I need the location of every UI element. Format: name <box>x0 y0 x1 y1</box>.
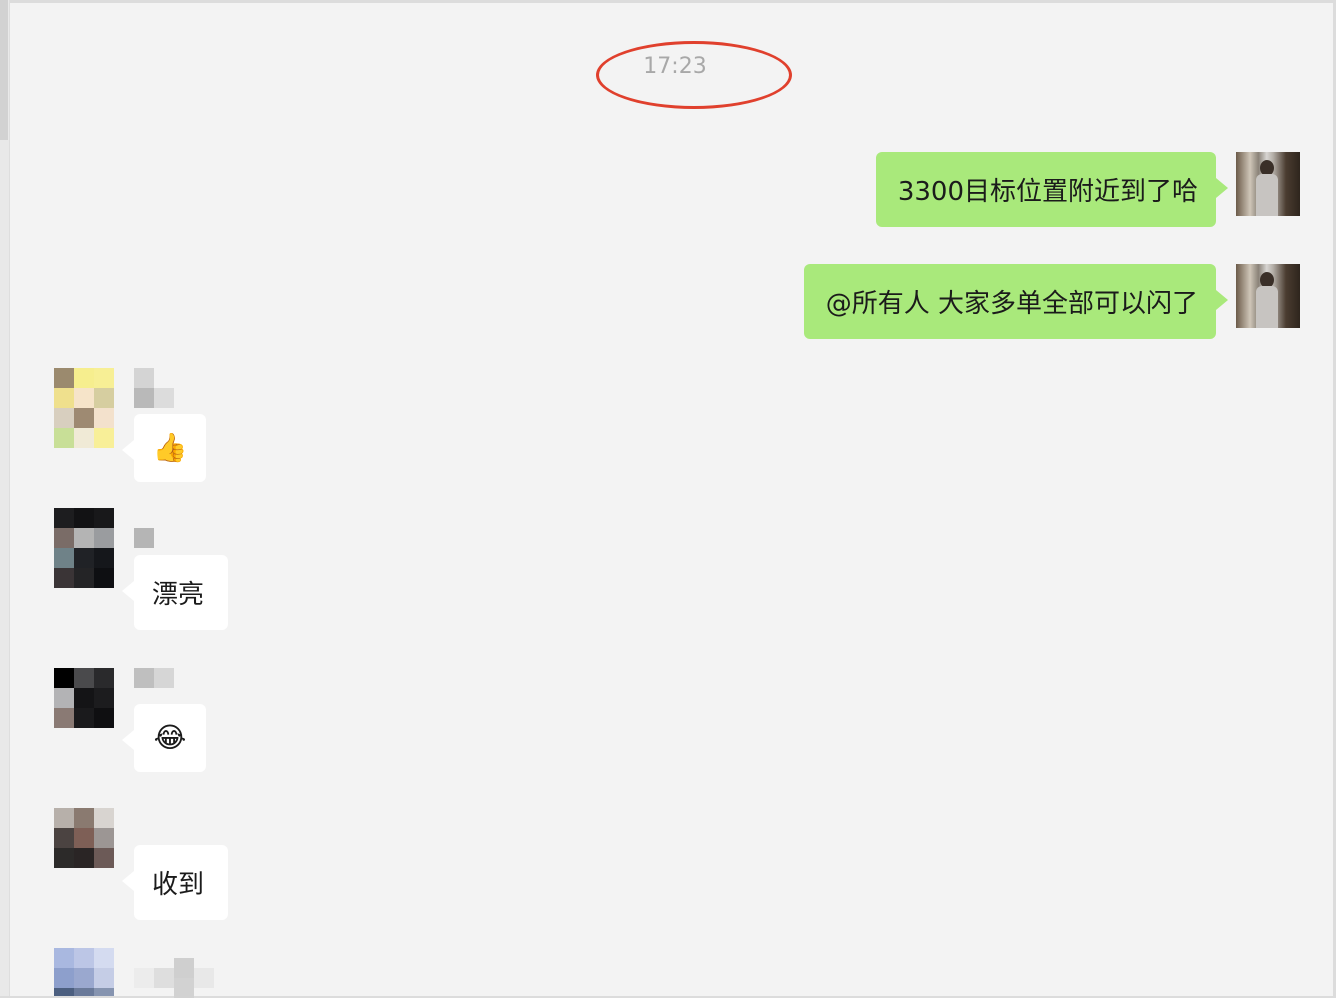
thumbs-up-icon: 👍 <box>152 431 188 464</box>
avatar-figure-body <box>1256 286 1278 328</box>
annotation-ellipse <box>596 41 792 109</box>
message-text: 3300目标位置附近到了哈 <box>897 177 1198 207</box>
avatar-figure-body <box>1256 174 1278 216</box>
incoming-message-bubble[interactable]: 漂亮 <box>122 555 228 630</box>
sender-avatar-pixelated[interactable] <box>54 668 114 748</box>
incoming-message-bubble[interactable]: 👍 <box>122 414 206 482</box>
outgoing-message-bubble[interactable]: 3300目标位置附近到了哈 <box>875 152 1229 227</box>
self-avatar[interactable] <box>1236 264 1300 328</box>
outgoing-message-bubble[interactable]: @所有人 大家多单全部可以闪了 <box>803 264 1229 339</box>
sender-name-blurred <box>134 368 214 408</box>
window-top-border <box>0 0 1336 3</box>
laughing-emoji-icon: 😂 <box>153 721 187 754</box>
sender-name-blurred <box>134 958 214 998</box>
message-text: 漂亮 <box>152 580 205 610</box>
incoming-message-bubble[interactable]: 😂 <box>122 704 206 772</box>
self-avatar[interactable] <box>1236 152 1300 216</box>
message-text: 收到 <box>152 870 205 900</box>
scrollbar-track[interactable] <box>0 0 10 998</box>
sender-avatar-pixelated[interactable] <box>54 948 114 996</box>
sender-avatar-pixelated[interactable] <box>54 508 114 588</box>
message-text: @所有人 大家多单全部可以闪了 <box>825 289 1198 319</box>
sender-avatar-pixelated[interactable] <box>54 808 114 888</box>
sender-avatar-pixelated[interactable] <box>54 368 114 448</box>
incoming-message-bubble[interactable]: 收到 <box>122 845 228 920</box>
sender-name-blurred <box>134 668 214 708</box>
